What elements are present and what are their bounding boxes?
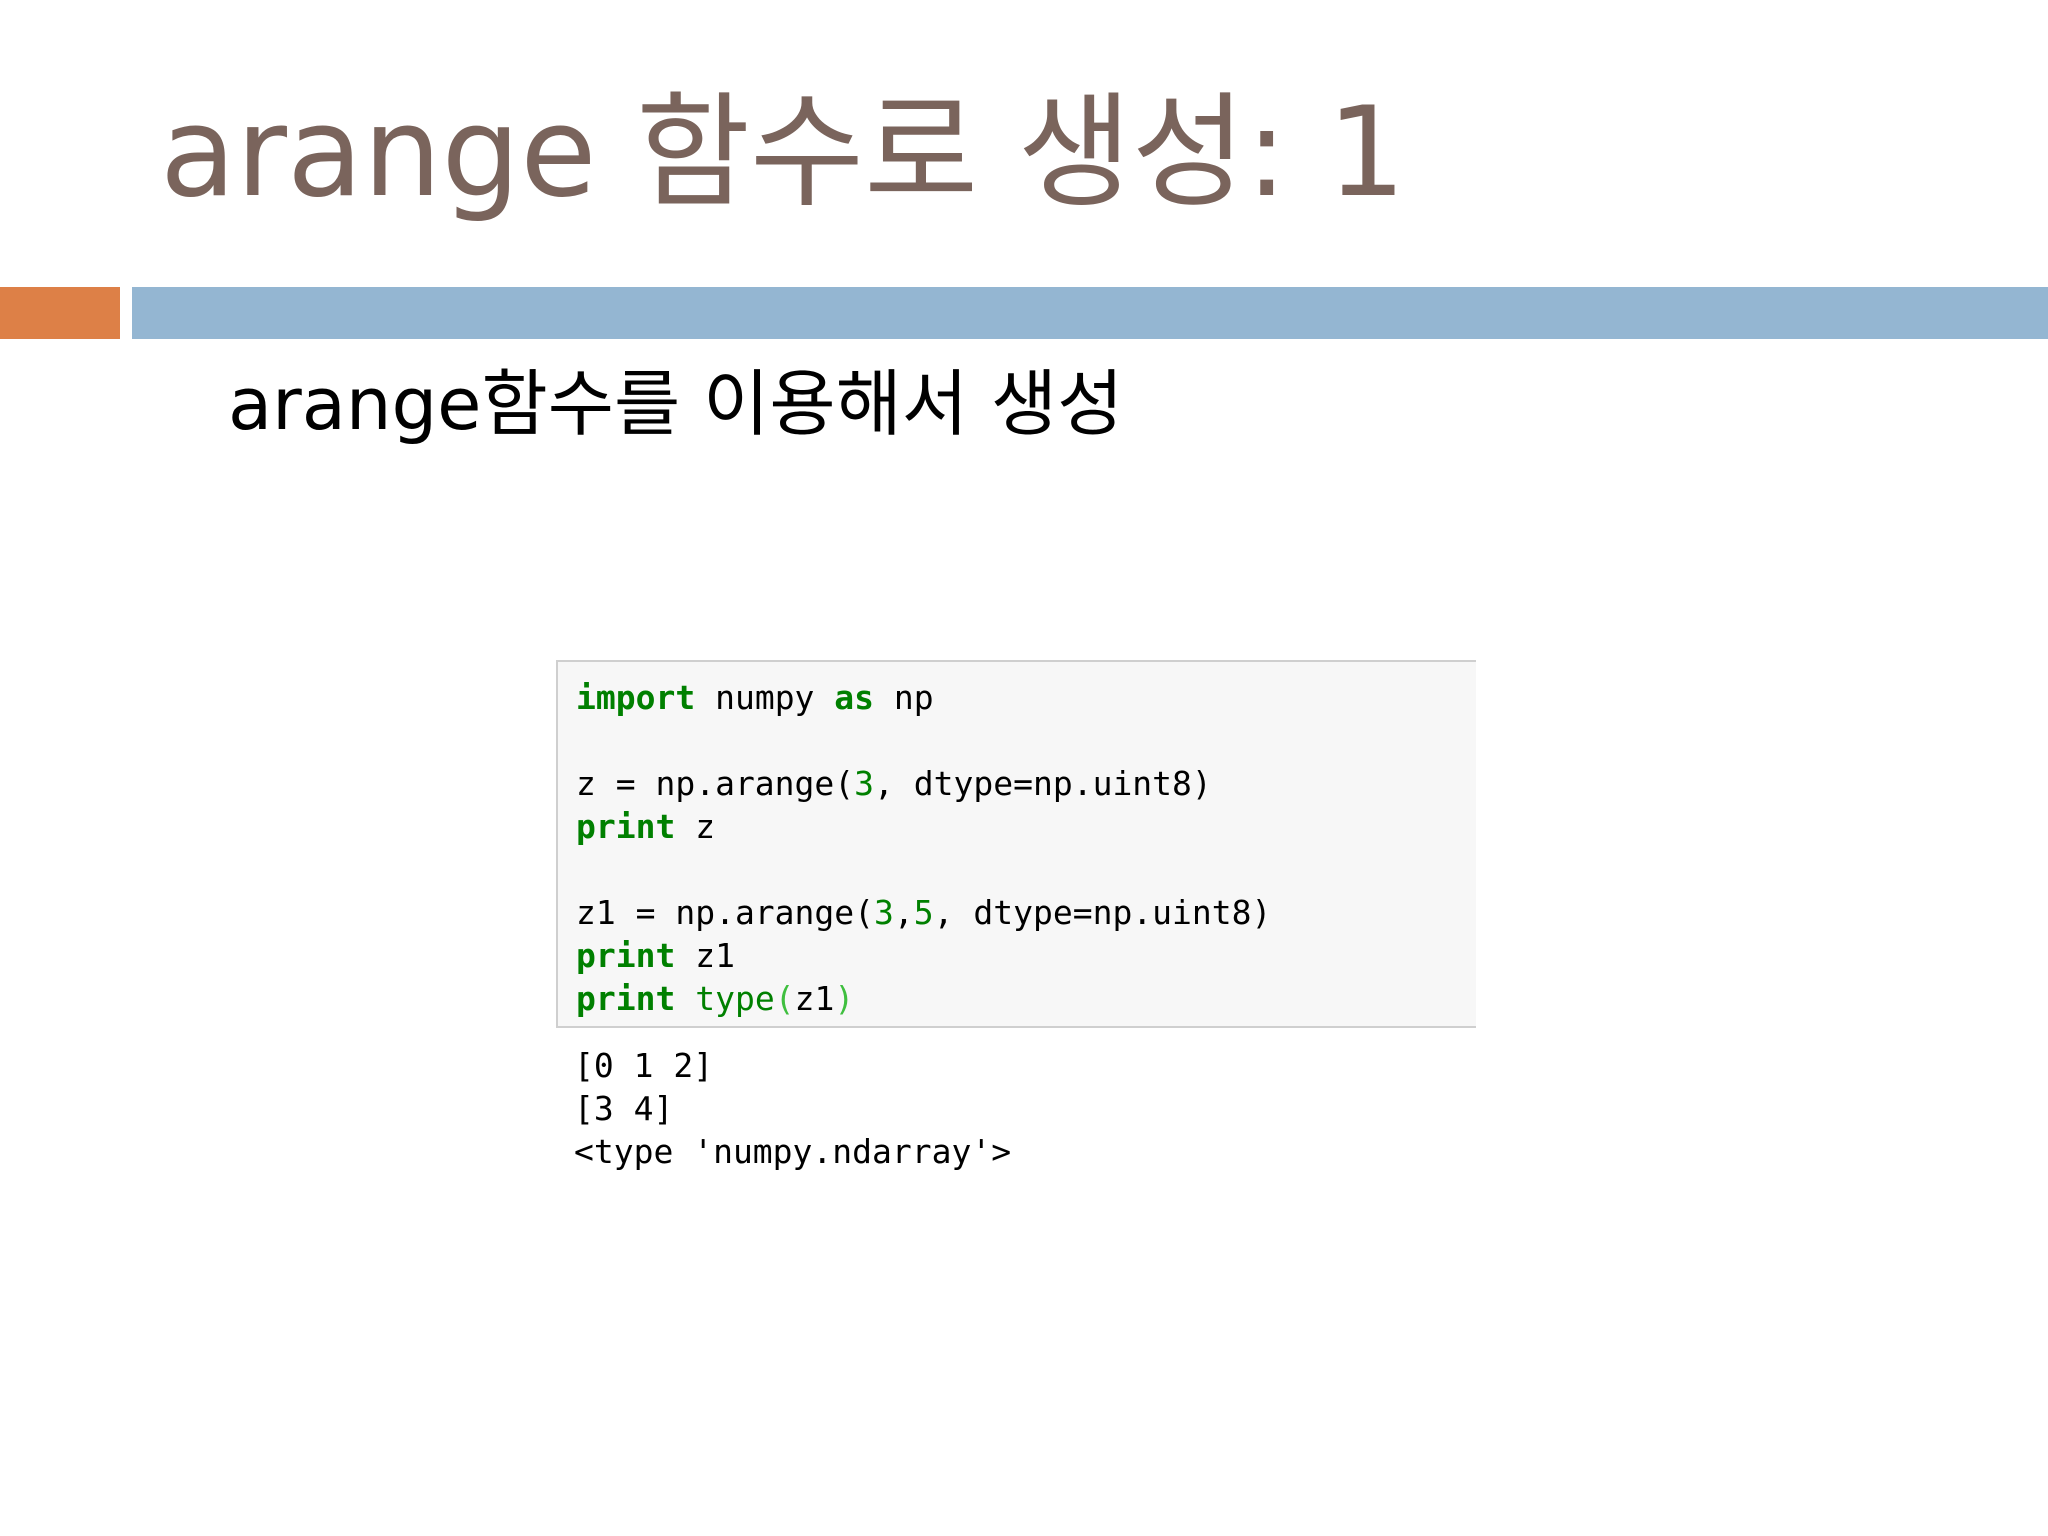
code-text: z1 xyxy=(794,979,835,1018)
paren-open: ( xyxy=(774,979,795,1018)
code-cell: import numpy as np z = np.arange(3, dtyp… xyxy=(556,660,1476,1028)
slide-title: arange 함수로 생성: 1 xyxy=(160,81,1406,225)
code-text: , xyxy=(893,893,914,932)
output-line: [0 1 2] xyxy=(574,1046,714,1085)
paren-close: ) xyxy=(834,979,855,1018)
code-number: 3 xyxy=(874,893,894,932)
bullet-text: arange함수를 이용해서 생성 xyxy=(228,362,1124,446)
slide: arange 함수로 생성: 1 arange함수를 이용해서 생성 impor… xyxy=(0,0,2048,1536)
code-number: 5 xyxy=(913,893,934,932)
code-line-6: z1 = np.arange(3,5, dtype=np.uint8) xyxy=(576,891,1476,934)
code-text: z1 xyxy=(675,936,735,975)
code-line-3: z = np.arange(3, dtype=np.uint8) xyxy=(576,762,1476,805)
code-text: z1 = np.arange( xyxy=(576,893,875,932)
code-line-7: print z1 xyxy=(576,934,1476,977)
keyword-as: as xyxy=(834,678,875,717)
keyword-print: print xyxy=(576,979,676,1018)
code-text: z = np.arange( xyxy=(576,764,855,803)
code-text: z xyxy=(675,807,716,846)
keyword-print: print xyxy=(576,807,676,846)
builtin-type: type xyxy=(695,979,775,1018)
code-text: , dtype=np.uint8) xyxy=(874,764,1212,803)
code-output: [0 1 2] [3 4] <type 'numpy.ndarray'> xyxy=(574,1044,1011,1173)
keyword-import: import xyxy=(576,678,696,717)
title-divider-bar xyxy=(132,287,2048,339)
code-line-4: print z xyxy=(576,805,1476,848)
code-line-1: import numpy as np xyxy=(576,676,1476,719)
code-text: np xyxy=(874,678,934,717)
title-accent-bar xyxy=(0,287,120,339)
code-text: numpy xyxy=(695,678,835,717)
code-number: 3 xyxy=(854,764,875,803)
code-text: , dtype=np.uint8) xyxy=(933,893,1272,932)
code-line-8: print type(z1) xyxy=(576,977,1476,1020)
output-line: [3 4] xyxy=(574,1089,674,1128)
output-line: <type 'numpy.ndarray'> xyxy=(574,1132,1012,1171)
keyword-print: print xyxy=(576,936,676,975)
